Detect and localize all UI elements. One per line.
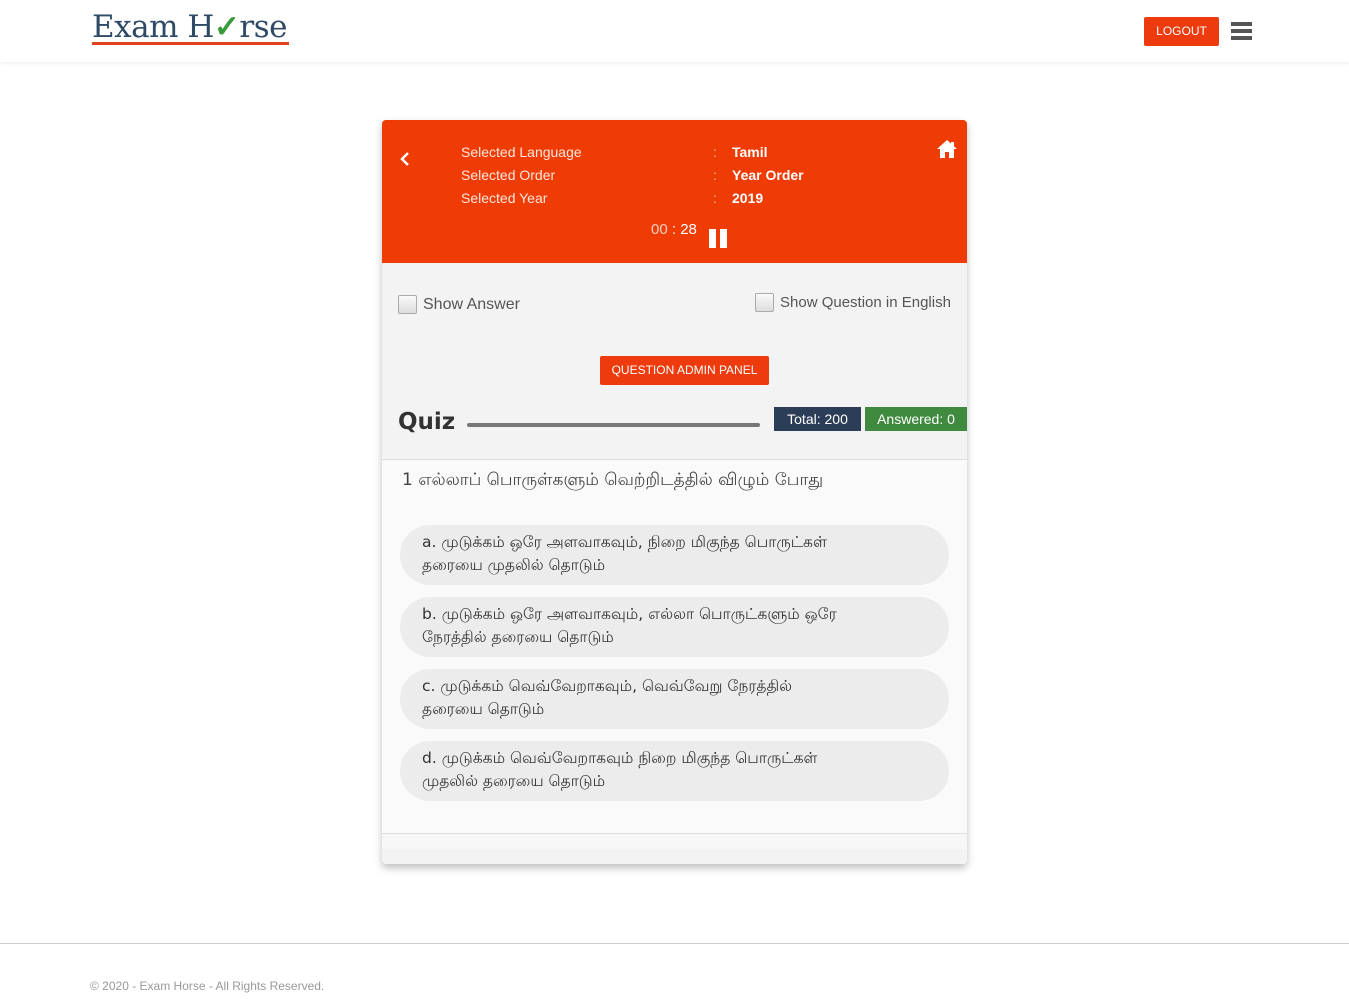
quiz-progress-bar: [467, 423, 760, 427]
checkbox-box[interactable]: [398, 295, 417, 314]
checkbox-box[interactable]: [755, 293, 774, 312]
option-d[interactable]: d. முடுக்கம் வெவ்வேறாகவும் நிறை மிகுந்த …: [400, 741, 949, 801]
logo-underline: [92, 42, 289, 45]
top-navbar: Exam H✓rse LOGOUT: [0, 0, 1349, 62]
show-answer-label: Show Answer: [423, 295, 520, 313]
answered-badge: Answered: 0: [865, 407, 967, 431]
quiz-title: Quiz: [398, 409, 456, 435]
option-text-line: d. முடுக்கம் வெவ்வேறாகவும் நிறை மிகுந்த …: [422, 749, 818, 767]
home-icon[interactable]: [936, 139, 958, 159]
logo-check: ✓: [213, 9, 240, 45]
separator-colon: :: [713, 144, 717, 160]
question-text: 1 எல்லாப் பொருள்களும் வெற்றிடத்தில் விழு…: [402, 470, 824, 490]
quiz-card: Selected Language : Tamil Selected Order…: [382, 120, 967, 864]
show-english-label: Show Question in English: [780, 294, 951, 311]
option-text-line: தரையை முதலில் தொடும்: [422, 556, 606, 574]
option-text-line: c. முடுக்கம் வெவ்வேறாகவும், வெவ்வேறு நேர…: [422, 677, 793, 695]
show-answer-checkbox[interactable]: Show Answer: [398, 295, 520, 314]
chevron-left-icon[interactable]: [398, 150, 412, 168]
quiz-card-footer: [382, 834, 967, 849]
selected-language-label: Selected Language: [461, 144, 582, 160]
pause-icon[interactable]: [709, 229, 728, 248]
option-text-line: b. முடுக்கம் ஒரே அளவாகவும், எல்லா பொருட்…: [422, 605, 837, 623]
hamburger-menu-icon[interactable]: [1231, 22, 1252, 42]
selected-order-value: Year Order: [732, 167, 804, 183]
option-c[interactable]: c. முடுக்கம் வெவ்வேறாகவும், வெவ்வேறு நேர…: [400, 669, 949, 729]
option-text-line: a. முடுக்கம் ஒரே அளவாகவும், நிறை மிகுந்த…: [422, 533, 827, 551]
option-text-line: நேரத்தில் தரையை தொடும்: [422, 628, 614, 646]
footer-divider: [0, 943, 1349, 944]
option-text-line: தரையை தொடும்: [422, 700, 545, 718]
option-b[interactable]: b. முடுக்கம் ஒரே அளவாகவும், எல்லா பொருட்…: [400, 597, 949, 657]
timer-separator: :: [667, 221, 681, 238]
copyright-text: © 2020 - Exam Horse - All Rights Reserve…: [90, 979, 325, 993]
separator-colon: :: [713, 190, 717, 206]
selected-year-value: 2019: [732, 190, 764, 206]
logo-text-start: Exam H: [92, 9, 214, 45]
timer-seconds: 28: [680, 221, 697, 238]
timer-minutes: 00: [651, 221, 668, 238]
quiz-timer: 00 : 28: [651, 221, 697, 238]
separator-colon: :: [713, 167, 717, 183]
selected-language-value: Tamil: [732, 144, 768, 160]
quiz-card-header: Selected Language : Tamil Selected Order…: [382, 120, 967, 263]
selected-order-label: Selected Order: [461, 167, 556, 183]
logo-text-end: rse: [239, 9, 287, 45]
question-admin-panel-button[interactable]: QUESTION ADMIN PANEL: [600, 356, 769, 385]
question-panel: 1 எல்லாப் பொருள்களும் வெற்றிடத்தில் விழு…: [382, 460, 967, 833]
option-text-line: முதலில் தரையை தொடும்: [422, 772, 606, 790]
total-badge: Total: 200: [774, 407, 861, 431]
option-a[interactable]: a. முடுக்கம் ஒரே அளவாகவும், நிறை மிகுந்த…: [400, 525, 949, 585]
show-english-checkbox[interactable]: Show Question in English: [755, 293, 951, 312]
selected-year-label: Selected Year: [461, 190, 548, 206]
logout-button[interactable]: LOGOUT: [1144, 17, 1219, 46]
exam-horse-logo[interactable]: Exam H✓rse: [92, 8, 287, 46]
